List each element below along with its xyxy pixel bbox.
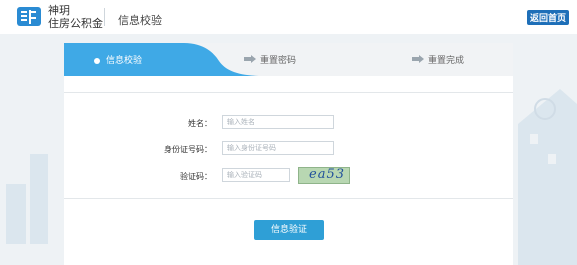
name-label: 姓名：: [188, 119, 212, 128]
progress-steps: 信息校验 重置密码 重置完成: [64, 43, 513, 76]
name-input[interactable]: 输入姓名: [222, 115, 334, 129]
logo-text-line2: 住房公积金: [48, 17, 103, 30]
captcha-text: ea53: [309, 167, 345, 182]
page-title: 信息校验: [118, 14, 162, 27]
step-reset-complete: 重置完成: [428, 56, 465, 66]
captcha-label: 验证码：: [180, 172, 212, 181]
step-label-1: 信息校验: [106, 56, 143, 66]
divider-top: [64, 92, 513, 93]
id-number-input[interactable]: 输入身份证号码: [222, 141, 334, 155]
logo-text: 神玥 住房公积金: [48, 4, 108, 30]
verification-panel: 信息校验 重置密码 重置完成 姓名： 输入姓名 身份证号码： 输入身份证号码 验…: [64, 43, 513, 265]
header-bar: 神玥 住房公积金 信息校验 返回首页: [0, 0, 577, 35]
captcha-image[interactable]: ea53: [298, 167, 350, 184]
captcha-input[interactable]: 输入验证码: [222, 168, 290, 182]
current-step-dot-icon: [94, 57, 100, 64]
step-arrow-icon: [412, 55, 424, 63]
step-info-verify: 信息校验: [94, 53, 142, 66]
logo-text-line1: 神玥: [48, 4, 70, 17]
home-button[interactable]: 返回首页: [526, 10, 569, 25]
header-divider: [104, 8, 105, 26]
verify-submit-button[interactable]: 信息验证: [254, 220, 324, 240]
step-reset-password: 重置密码: [260, 56, 297, 66]
housing-fund-logo-icon: [17, 7, 41, 26]
divider-bottom: [64, 198, 513, 199]
step-arrow-icon: [244, 55, 256, 63]
id-number-label: 身份证号码：: [164, 145, 212, 154]
